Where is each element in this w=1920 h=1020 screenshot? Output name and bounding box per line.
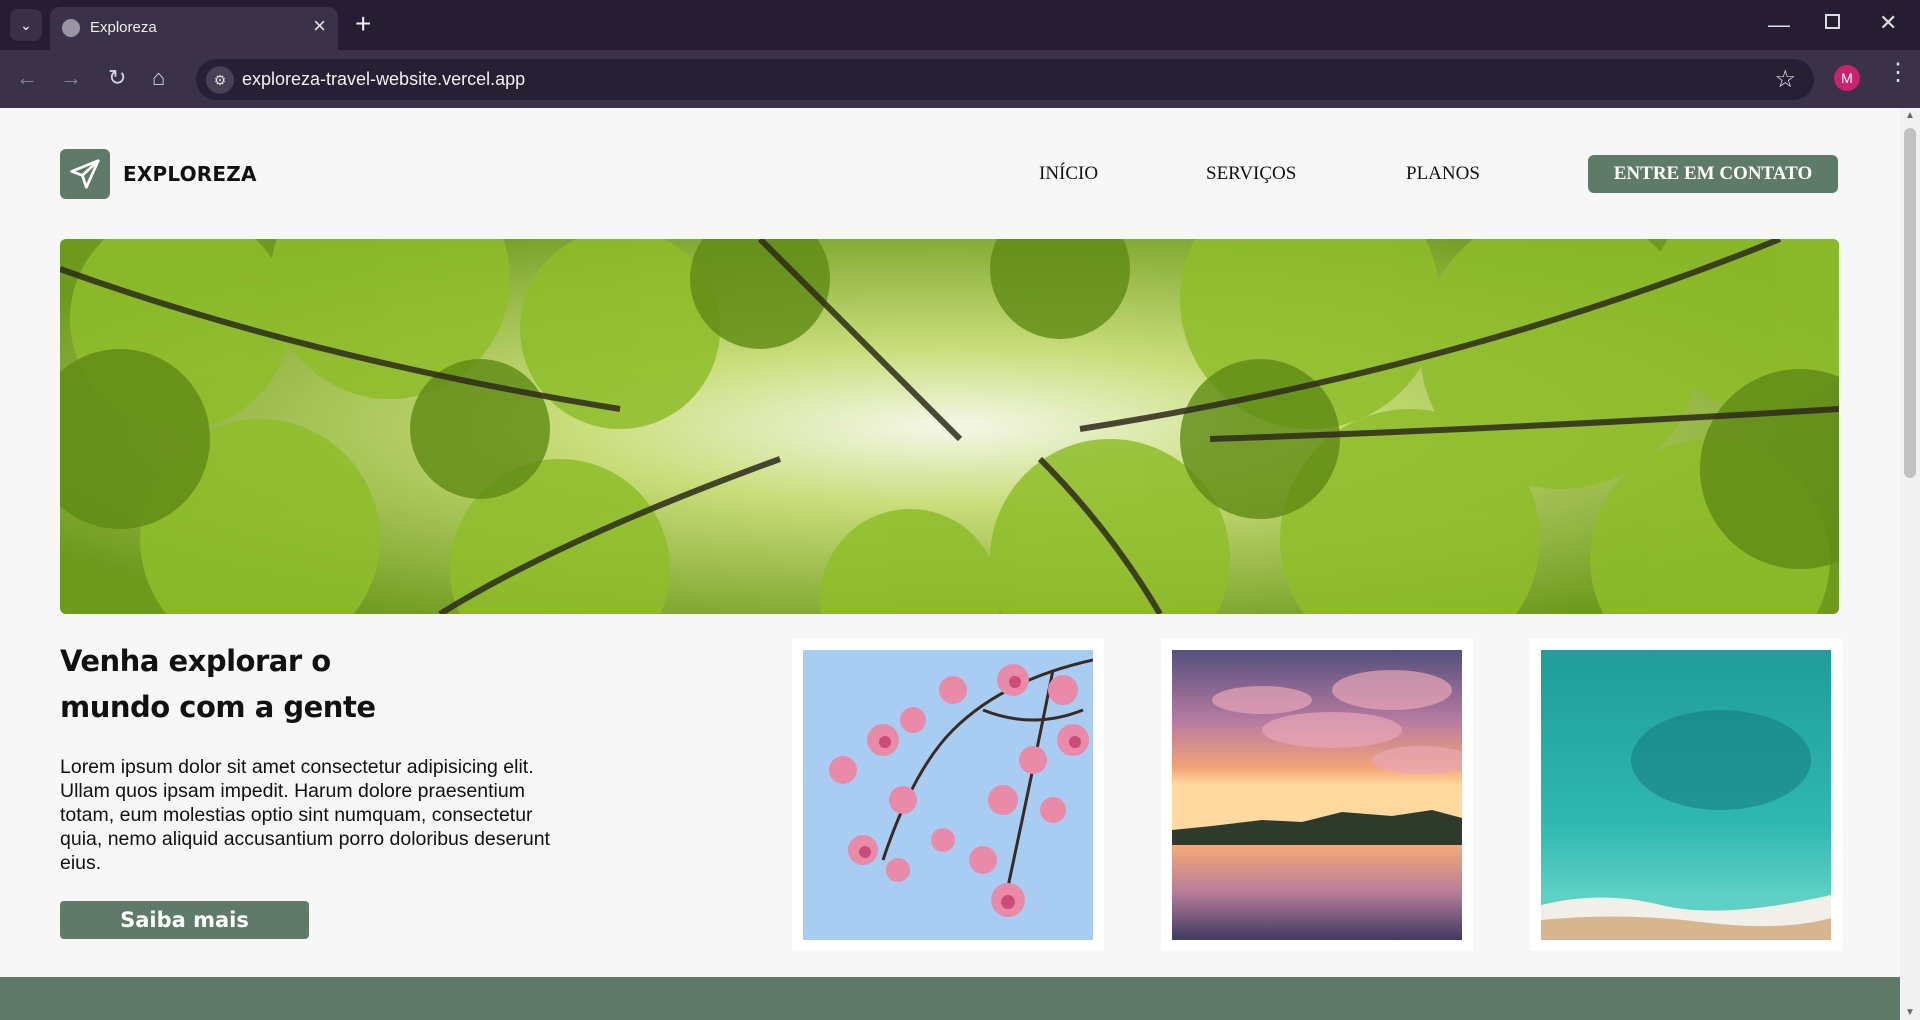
bookmark-star-icon[interactable]: ☆ [1774,65,1796,94]
nav-planos[interactable]: PLANOS [1406,163,1480,185]
vertical-scrollbar[interactable]: ▲ ▼ [1900,108,1920,1020]
forward-arrow-icon[interactable]: → [60,67,82,89]
hero-forest-image [60,239,1839,614]
paper-plane-icon [70,159,100,189]
sunset-lake-image [1172,650,1462,940]
nav-servicos[interactable]: SERVIÇOS [1206,163,1296,185]
menu-dots-icon[interactable]: ⋮ [1886,61,1910,85]
contact-button[interactable]: ENTRE EM CONTATO [1588,155,1838,193]
home-icon[interactable]: ⌂ [152,67,165,89]
cherry-blossom-image [803,650,1093,940]
turquoise-beach-image [1541,650,1831,940]
restore-icon[interactable] [1825,14,1840,29]
tab-search-button[interactable]: ⌄ [10,9,42,41]
chevron-down-icon: ⌄ [20,16,32,33]
globe-icon [62,19,80,37]
hero-headline: Venha explorar o mundo com a gente [60,638,480,730]
close-icon[interactable]: × [313,15,326,37]
nav-inicio[interactable]: INÍCIO [1039,163,1098,185]
headline-line-1: Venha explorar o [60,644,331,678]
url-text[interactable]: exploreza-travel-website.vercel.app [242,69,525,90]
logo[interactable] [60,149,110,199]
browser-toolbar: ← → ↻ ⌂ ⚙ exploreza-travel-website.verce… [0,50,1920,108]
scroll-up-icon[interactable]: ▲ [1905,110,1915,121]
profile-avatar[interactable]: M [1834,65,1860,91]
gallery-card-sunset [1161,639,1473,951]
back-arrow-icon[interactable]: ← [16,67,38,89]
address-bar[interactable]: ⚙ exploreza-travel-website.vercel.app ☆ [196,59,1814,100]
minimize-icon[interactable]: — [1768,12,1790,38]
browser-chrome: ⌄ Exploreza × + — ✕ ← → ↻ ⌂ ⚙ exploreza-… [0,0,1920,108]
hero-description: Lorem ipsum dolor sit amet consectetur a… [60,756,550,874]
tab-title: Exploreza [90,19,157,36]
scroll-down-icon[interactable]: ▼ [1905,1007,1915,1018]
page-content: EXPLOREZA INÍCIO SERVIÇOS PLANOS ENTRE E… [0,108,1900,1020]
brand-name[interactable]: EXPLOREZA [123,162,257,186]
headline-line-2: mundo com a gente [60,690,376,724]
active-tab[interactable]: Exploreza × [50,7,338,50]
gallery-card-beach [1530,639,1842,951]
new-tab-button[interactable]: + [355,10,371,38]
site-settings-icon[interactable]: ⚙ [206,66,234,94]
window-close-icon[interactable]: ✕ [1879,10,1897,36]
footer-band [0,977,1900,1020]
scrollbar-thumb[interactable] [1904,128,1916,478]
tab-strip: ⌄ Exploreza × + — ✕ [0,0,1920,50]
reload-icon[interactable]: ↻ [108,67,126,89]
saiba-mais-button[interactable]: Saiba mais [60,901,309,939]
gallery-card-blossom [792,639,1104,951]
